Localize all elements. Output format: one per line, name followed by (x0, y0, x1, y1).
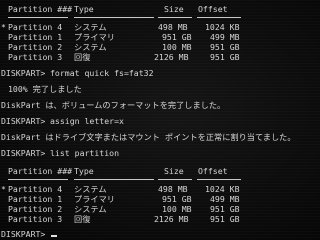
partition-type: 回復 (74, 52, 91, 62)
partition-offset: 1024 KB (205, 22, 240, 32)
partition-type: システム (74, 204, 107, 214)
command-prompt-window: Partition ### Type Size Offset * Partiti… (0, 0, 320, 240)
header-type: Type (74, 4, 94, 14)
command-text: format quick fs=fat32 (50, 68, 154, 78)
header-underline (74, 17, 154, 18)
partition-offset: 1024 KB (205, 184, 240, 194)
text-cursor (51, 235, 58, 237)
output-line: DiskPart は、ボリュームのフォーマットを完了しました。 (0, 100, 225, 110)
partition-type: システム (74, 42, 107, 52)
partition-offset: 499 MB (210, 194, 240, 204)
header-partition: Partition ### (8, 166, 73, 176)
header-underline (158, 179, 192, 180)
table-row: Partition 3 回復 2126 MB 951 GB (0, 214, 240, 224)
partition-type: システム (74, 22, 107, 32)
partition-offset: 951 GB (210, 204, 240, 214)
partition-size: 951 GB (162, 194, 192, 204)
message-text: DiskPart はドライブ文字またはマウント ポイントを正常に割り当てました。 (1, 132, 296, 142)
header-type: Type (74, 166, 94, 176)
command-line: DISKPART> assign letter=x (0, 116, 124, 126)
table-row: * Partition 4 システム 498 MB 1024 KB (0, 184, 240, 194)
header-underline (8, 17, 68, 18)
table-row: * Partition 4 システム 498 MB 1024 KB (0, 22, 240, 32)
partition-table-header: Partition ### Type Size Offset (0, 166, 228, 176)
header-underline (197, 179, 241, 180)
partition-size: 100 MB (162, 42, 192, 52)
partition-name: Partition 4 (8, 22, 63, 32)
table-row: Partition 3 回復 2126 MB 951 GB (0, 52, 240, 62)
output-line: 100% 完了しました (0, 84, 82, 94)
partition-size: 951 GB (162, 32, 192, 42)
table-row: Partition 1 プライマリ 951 GB 499 MB (0, 194, 240, 204)
partition-name: Partition 2 (8, 42, 63, 52)
prompt: DISKPART> (1, 116, 51, 126)
header-offset: Offset (198, 4, 228, 14)
partition-size: 2126 MB (154, 214, 189, 224)
command-line: DISKPART> format quick fs=fat32 (0, 68, 154, 78)
partition-size: 100 MB (162, 204, 192, 214)
header-size: Size (164, 166, 184, 176)
command-line: DISKPART> list partition (0, 148, 119, 158)
header-underline (197, 17, 241, 18)
partition-size: 498 MB (158, 22, 188, 32)
partition-type: システム (74, 184, 107, 194)
partition-offset: 499 MB (210, 32, 240, 42)
command-text: list partition (50, 148, 120, 158)
partition-name: Partition 1 (8, 194, 63, 204)
table-row: Partition 1 プライマリ 951 GB 499 MB (0, 32, 240, 42)
partition-name: Partition 3 (8, 52, 63, 62)
command-text: assign letter=x (50, 116, 124, 126)
partition-name: Partition 2 (8, 204, 63, 214)
selected-marker: * (1, 22, 6, 32)
partition-offset: 951 GB (210, 42, 240, 52)
header-underline (158, 17, 192, 18)
partition-offset: 951 GB (210, 52, 240, 62)
table-row: Partition 2 システム 100 MB 951 GB (0, 42, 240, 52)
selected-marker: * (1, 184, 6, 194)
partition-size: 2126 MB (154, 52, 189, 62)
active-prompt[interactable]: DISKPART> (1, 229, 58, 239)
header-partition: Partition ### (8, 4, 73, 14)
prompt: DISKPART> (1, 68, 51, 78)
partition-type: プライマリ (74, 32, 115, 42)
header-underline (8, 179, 68, 180)
partition-size: 498 MB (158, 184, 188, 194)
progress-text: 100% 完了しました (8, 84, 82, 94)
header-underline (74, 179, 154, 180)
partition-name: Partition 4 (8, 184, 63, 194)
prompt: DISKPART> (1, 148, 51, 158)
prompt: DISKPART> (1, 229, 51, 239)
partition-offset: 951 GB (210, 214, 240, 224)
partition-type: 回復 (74, 214, 91, 224)
output-line: DiskPart はドライブ文字またはマウント ポイントを正常に割り当てました。 (0, 132, 296, 142)
command-line[interactable]: DISKPART> (0, 229, 58, 239)
message-text: DiskPart は、ボリュームのフォーマットを完了しました。 (1, 100, 226, 110)
table-row: Partition 2 システム 100 MB 951 GB (0, 204, 240, 214)
partition-name: Partition 3 (8, 214, 63, 224)
partition-name: Partition 1 (8, 32, 63, 42)
header-size: Size (164, 4, 184, 14)
partition-table-header: Partition ### Type Size Offset (0, 4, 228, 14)
header-offset: Offset (198, 166, 228, 176)
partition-type: プライマリ (74, 194, 115, 204)
